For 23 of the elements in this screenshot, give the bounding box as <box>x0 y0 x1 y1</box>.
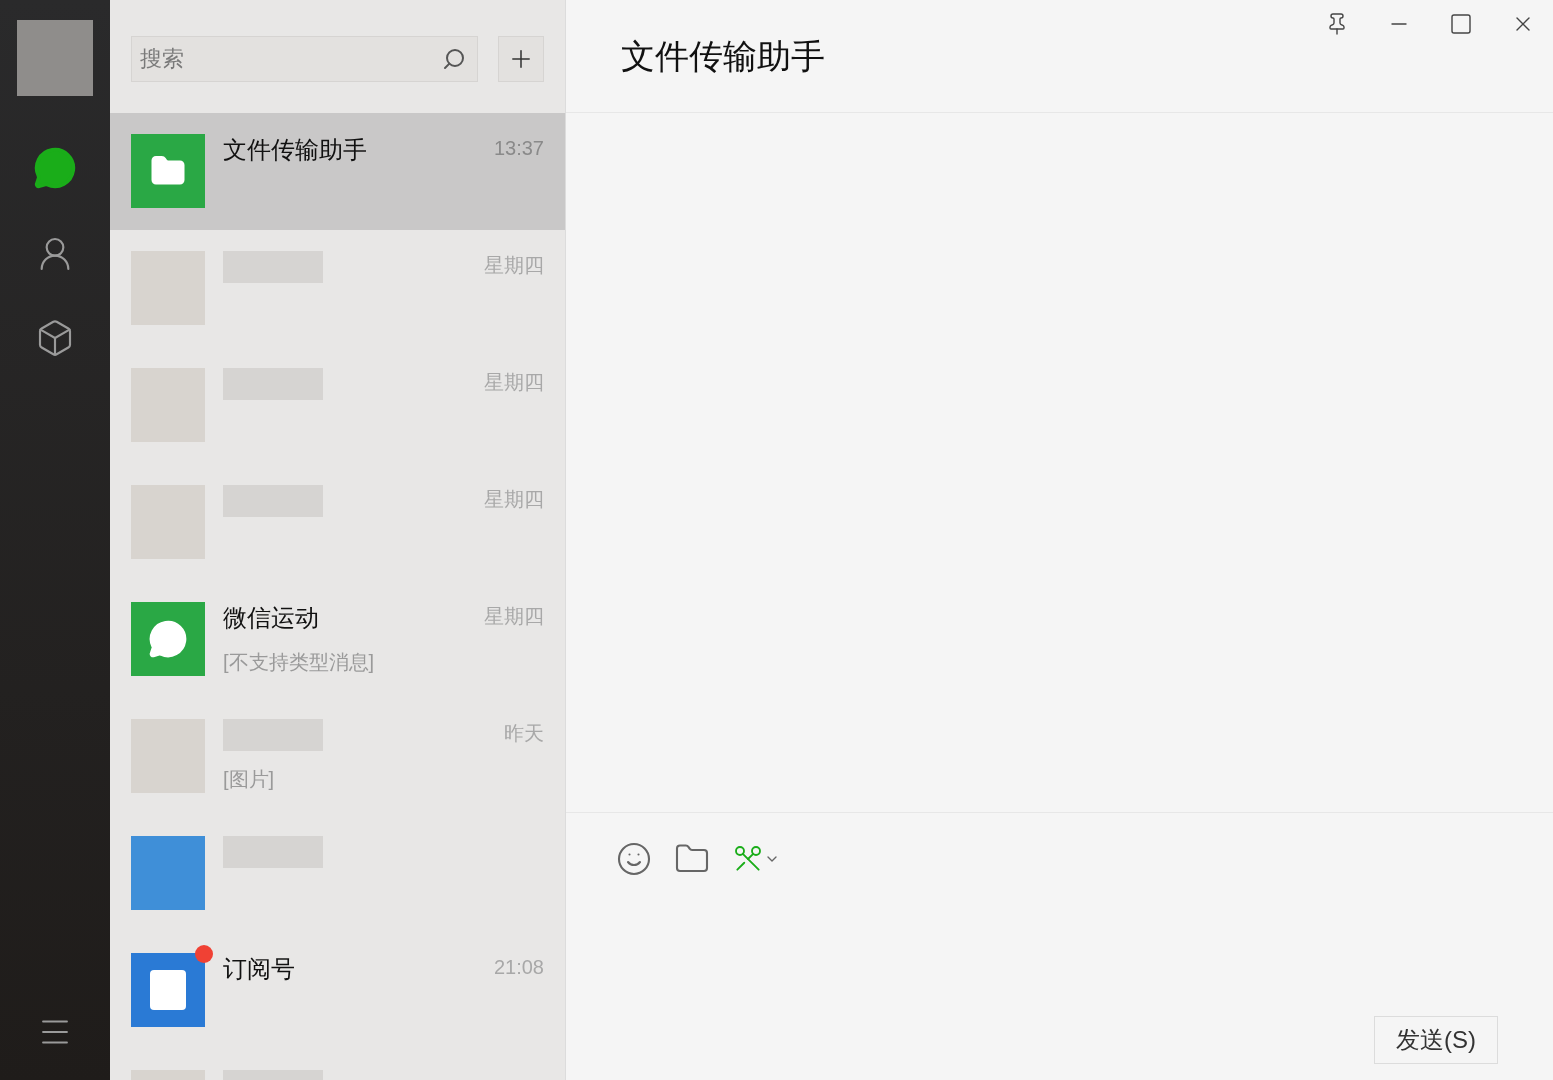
chat-name: 文件传输助手 <box>223 135 367 165</box>
chat-time: 21:08 <box>493 955 544 980</box>
chat-preview: [不支持类型消息] <box>223 650 376 675</box>
chat-time: 星期四 <box>484 370 544 395</box>
chat-time: 星期四 <box>484 604 544 629</box>
chat-icon[interactable] <box>33 146 77 190</box>
chat-time: 昨天 <box>504 721 544 746</box>
search-field[interactable]: 搜索 <box>131 35 478 82</box>
emoji-icon[interactable] <box>616 841 652 877</box>
search-icon[interactable] <box>442 46 466 71</box>
send-button[interactable]: 发送(S) <box>1374 1016 1498 1064</box>
conversation-title: 文件传输助手 <box>621 35 825 77</box>
chat-name: 微信运动 <box>223 603 319 633</box>
chat-preview: [图片] <box>223 767 276 792</box>
chat-time: 星期四 <box>484 487 544 512</box>
chat-list-item[interactable]: 文件传输助手 13:37 <box>110 113 565 230</box>
chat-time: 星期四 <box>484 253 544 278</box>
chat-name: 订阅号 <box>223 954 295 984</box>
add-button[interactable] <box>498 35 544 82</box>
maximize-icon[interactable] <box>1449 12 1473 36</box>
chat-time: 13:37 <box>493 136 544 161</box>
chat-list-item[interactable]: 微信运动 星期四 [不支持类型消息] <box>110 581 565 698</box>
chat-list-item[interactable]: 订阅号 21:08 <box>110 932 565 1049</box>
